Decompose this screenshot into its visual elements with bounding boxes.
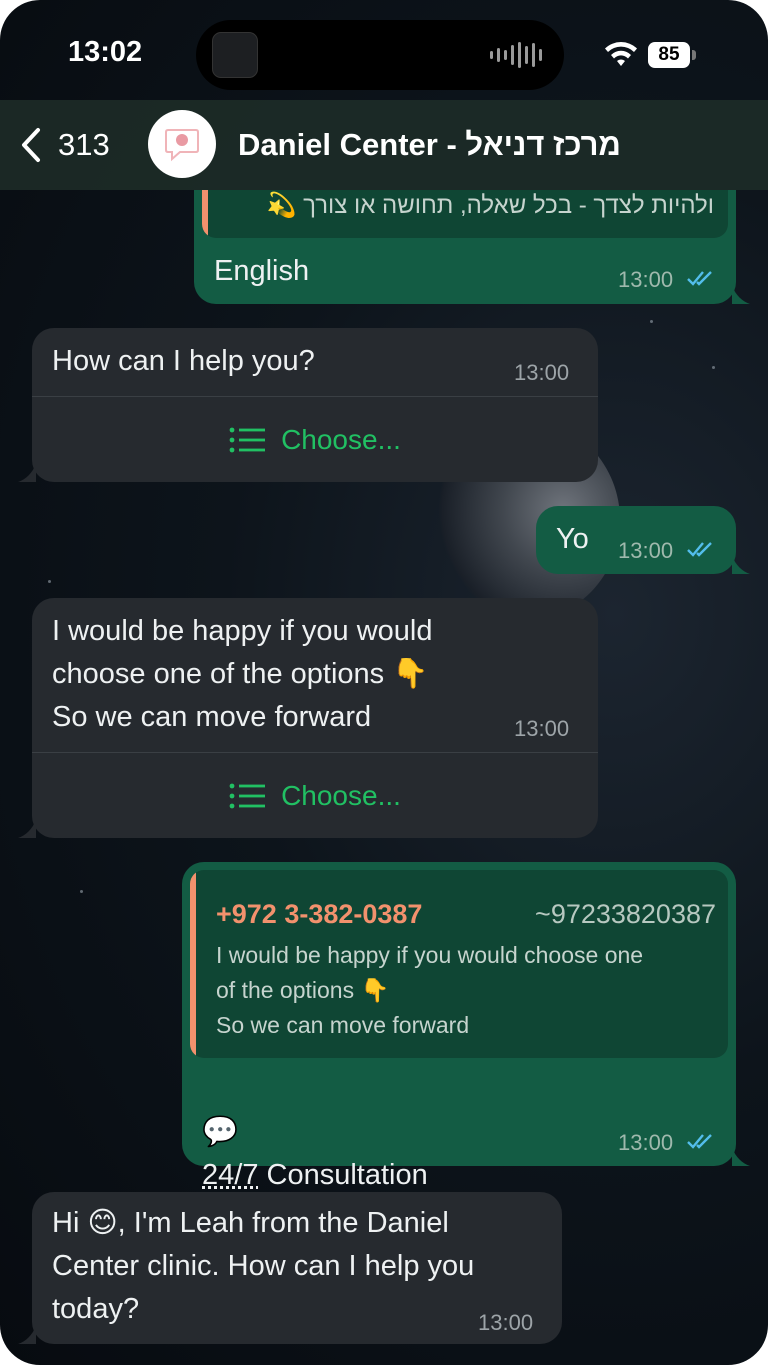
read-receipt-icon [687, 1134, 712, 1149]
unread-count: 313 [58, 127, 110, 162]
quoted-message[interactable]: +972 3-382-0387 ~97233820387 I would be … [190, 870, 728, 1058]
message-bubble-incoming[interactable]: I would be happy if you would choose one… [32, 598, 598, 838]
bubble-tail [18, 820, 36, 838]
bubble-tail [732, 1148, 750, 1166]
message-text: How can I help you? [52, 345, 315, 377]
message-text: 💬 24/7 Consultation [202, 1068, 428, 1197]
consultation-hours-link[interactable]: 24/7 [202, 1159, 258, 1191]
message-bubble-outgoing[interactable]: +972 3-382-0387 ~97233820387 I would be … [182, 862, 736, 1191]
avatar[interactable] [148, 110, 216, 178]
chevron-left-icon [22, 128, 40, 162]
list-icon [229, 427, 266, 452]
bubble-tail [18, 1326, 36, 1344]
message-time: 13:00 [618, 267, 674, 292]
quote-accent-bar [202, 190, 208, 238]
consultation-label: Consultation [258, 1159, 428, 1191]
message-time: 13:00 [478, 1310, 534, 1335]
choose-button-label: Choose... [281, 779, 401, 811]
battery-tip [692, 50, 696, 60]
read-receipt-icon [687, 271, 712, 286]
choose-button-label: Choose... [281, 423, 401, 455]
clinic-logo-icon [165, 129, 199, 162]
quoted-sender-alias: ~97233820387 [535, 899, 716, 929]
list-icon [229, 783, 266, 808]
back-button[interactable]: 313 [14, 120, 110, 170]
message-time: 13:00 [514, 716, 570, 741]
status-time: 13:02 [68, 36, 143, 68]
quoted-message[interactable]: ולהיות לצדך - בכל שאלה, תחושה או צורך 💫 [202, 190, 728, 238]
message-time: 13:00 [618, 538, 674, 563]
wifi-icon [605, 42, 637, 66]
chat-header: 313 Daniel Center - מרכז דניאל [0, 100, 768, 190]
choose-button[interactable]: Choose... [32, 397, 598, 482]
bubble-tail [732, 286, 750, 304]
message-time: 13:00 [618, 1130, 674, 1155]
message-bubble-incoming[interactable]: Hi 😊, I'm Leah from the Daniel Center cl… [32, 1192, 562, 1344]
quoted-text: ולהיות לצדך - בכל שאלה, תחושה או צורך 💫 [266, 192, 714, 219]
message-bubble-outgoing[interactable]: Yo 13:00 [536, 506, 736, 574]
contact-name[interactable]: Daniel Center - מרכז דניאל [238, 127, 621, 163]
read-receipt-icon [687, 542, 712, 557]
bubble-tail [18, 464, 36, 482]
choose-button[interactable]: Choose... [32, 753, 598, 838]
message-bubble-incoming[interactable]: How can I help you? 13:00 Choose... [32, 328, 598, 482]
message-list[interactable]: ולהיות לצדך - בכל שאלה, תחושה או צורך 💫 … [0, 190, 768, 1365]
message-text: I would be happy if you would choose one… [52, 615, 433, 733]
message-bubble-outgoing[interactable]: ולהיות לצדך - בכל שאלה, תחושה או צורך 💫 … [194, 190, 736, 304]
battery-icon: 85 [648, 42, 690, 68]
quote-accent-bar [190, 870, 196, 1058]
quoted-text: I would be happy if you would choose one… [216, 942, 644, 1038]
dynamic-island[interactable] [196, 20, 564, 90]
audio-wave-icon [490, 42, 542, 68]
speech-bubble-emoji: 💬 [202, 1116, 239, 1148]
quoted-sender-phone: +972 3-382-0387 [216, 899, 423, 929]
message-text: English [214, 255, 310, 287]
message-text: Hi 😊, I'm Leah from the Daniel Center cl… [52, 1207, 475, 1325]
message-time: 13:00 [514, 360, 570, 385]
message-text: Yo [556, 523, 589, 555]
now-playing-thumbnail [212, 32, 258, 78]
bubble-tail [732, 556, 750, 574]
status-bar: 13:02 85 [0, 0, 768, 100]
phone-screen: 13:02 85 ולהיות לצדך - בכל שאלה, תחושה א… [0, 0, 768, 1365]
